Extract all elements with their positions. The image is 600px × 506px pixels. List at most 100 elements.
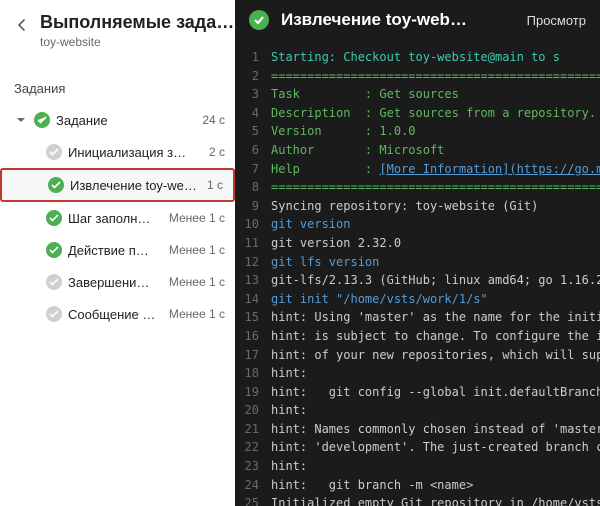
line-number: 21 bbox=[235, 420, 271, 439]
step-item[interactable]: Сообщение … Менее 1 с bbox=[0, 298, 235, 330]
line-text: hint: bbox=[271, 401, 600, 420]
line-text: git-lfs/2.13.3 (GitHub; linux amd64; go … bbox=[271, 271, 600, 290]
step-time: Менее 1 с bbox=[165, 211, 225, 225]
log-line: 4Description : Get sources from a reposi… bbox=[235, 104, 600, 123]
step-time: Менее 1 с bbox=[165, 307, 225, 321]
log-line: 6Author : Microsoft bbox=[235, 141, 600, 160]
step-time: 24 с bbox=[198, 113, 225, 127]
line-number: 20 bbox=[235, 401, 271, 420]
line-number: 2 bbox=[235, 67, 271, 86]
step-item[interactable]: Извлечение toy-we… 1 с bbox=[0, 168, 235, 202]
log-line: 24hint: git branch -m <name> bbox=[235, 476, 600, 495]
step-label: Инициализация з… bbox=[68, 145, 199, 160]
section-label: Задания bbox=[0, 57, 235, 104]
line-number: 18 bbox=[235, 364, 271, 383]
log-line: 15hint: Using 'master' as the name for t… bbox=[235, 308, 600, 327]
log-line: 21hint: Names commonly chosen instead of… bbox=[235, 420, 600, 439]
line-text: Initialized empty Git repository in /hom… bbox=[271, 494, 600, 506]
log-line: 8=======================================… bbox=[235, 178, 600, 197]
view-raw-button[interactable]: Просмотр bbox=[527, 13, 586, 28]
line-number: 11 bbox=[235, 234, 271, 253]
log-pane: Извлечение toy-web… Просмотр 1Starting: … bbox=[235, 0, 600, 506]
log-line: 17hint: of your new repositories, which … bbox=[235, 346, 600, 365]
line-text: hint: git branch -m <name> bbox=[271, 476, 600, 495]
line-number: 14 bbox=[235, 290, 271, 309]
log-line: 11git version 2.32.0 bbox=[235, 234, 600, 253]
log-line: 20hint: bbox=[235, 401, 600, 420]
step-group[interactable]: Задание 24 с bbox=[0, 104, 235, 136]
step-item[interactable]: Инициализация з…2 с bbox=[0, 136, 235, 168]
step-label: Извлечение toy-we… bbox=[70, 178, 197, 193]
log-line: 16hint: is subject to change. To configu… bbox=[235, 327, 600, 346]
log-line: 23hint: bbox=[235, 457, 600, 476]
line-text: git version 2.32.0 bbox=[271, 234, 600, 253]
status-badge-idle bbox=[46, 306, 62, 322]
step-label: Действие п… bbox=[68, 243, 159, 258]
log-line: 19hint: git config --global init.default… bbox=[235, 383, 600, 402]
line-number: 25 bbox=[235, 494, 271, 506]
line-number: 7 bbox=[235, 160, 271, 179]
line-number: 15 bbox=[235, 308, 271, 327]
line-number: 8 bbox=[235, 178, 271, 197]
log-line: 14git init "/home/vsts/work/1/s" bbox=[235, 290, 600, 309]
line-text: Task : Get sources bbox=[271, 85, 600, 104]
log-line: 5Version : 1.0.0 bbox=[235, 122, 600, 141]
line-text: Author : Microsoft bbox=[271, 141, 600, 160]
back-button[interactable] bbox=[14, 16, 30, 34]
step-item[interactable]: Действие п… Менее 1 с bbox=[0, 234, 235, 266]
log-line: 7Help : [More Information](https://go.mi… bbox=[235, 160, 600, 179]
line-text: hint: Names commonly chosen instead of '… bbox=[271, 420, 600, 439]
line-number: 9 bbox=[235, 197, 271, 216]
step-label: Задание bbox=[56, 113, 192, 128]
check-icon bbox=[253, 14, 265, 26]
line-text: git version bbox=[271, 215, 600, 234]
line-number: 12 bbox=[235, 253, 271, 272]
log-line: 1Starting: Checkout toy-website@main to … bbox=[235, 48, 600, 67]
page-subtitle: toy-website bbox=[40, 35, 234, 49]
status-badge-idle bbox=[46, 274, 62, 290]
log-header: Извлечение toy-web… Просмотр bbox=[235, 0, 600, 40]
line-text: hint: Using 'master' as the name for the… bbox=[271, 308, 600, 327]
step-time: Менее 1 с bbox=[165, 275, 225, 289]
line-number: 22 bbox=[235, 438, 271, 457]
step-time: Менее 1 с bbox=[165, 243, 225, 257]
log-title: Извлечение toy-web… bbox=[281, 10, 515, 30]
log-line: 10git version bbox=[235, 215, 600, 234]
page-title: Выполняемые зада… bbox=[40, 12, 234, 33]
line-text: hint: git config --global init.defaultBr… bbox=[271, 383, 600, 402]
line-text: hint: bbox=[271, 457, 600, 476]
line-text: git lfs version bbox=[271, 253, 600, 272]
line-text: ========================================… bbox=[271, 178, 600, 197]
log-output[interactable]: 1Starting: Checkout toy-website@main to … bbox=[235, 40, 600, 506]
status-badge-success bbox=[46, 242, 62, 258]
line-number: 23 bbox=[235, 457, 271, 476]
line-text: hint: 'development'. The just-created br… bbox=[271, 438, 600, 457]
line-number: 10 bbox=[235, 215, 271, 234]
sidebar-header: Выполняемые зада… toy-website bbox=[0, 0, 235, 57]
line-number: 5 bbox=[235, 122, 271, 141]
line-text: Version : 1.0.0 bbox=[271, 122, 600, 141]
step-item[interactable]: Шаг заполн…Менее 1 с bbox=[0, 202, 235, 234]
line-text: git init "/home/vsts/work/1/s" bbox=[271, 290, 600, 309]
log-line: 13git-lfs/2.13.3 (GitHub; linux amd64; g… bbox=[235, 271, 600, 290]
log-line: 12git lfs version bbox=[235, 253, 600, 272]
line-number: 6 bbox=[235, 141, 271, 160]
sidebar: Выполняемые зада… toy-website Задания За… bbox=[0, 0, 235, 506]
line-number: 17 bbox=[235, 346, 271, 365]
step-time: 1 с bbox=[203, 178, 223, 192]
step-item[interactable]: Завершени… Менее 1 с bbox=[0, 266, 235, 298]
line-text: Help : [More Information](https://go.mic… bbox=[271, 160, 600, 179]
log-line: 9Syncing repository: toy-website (Git) bbox=[235, 197, 600, 216]
line-text: Description : Get sources from a reposit… bbox=[271, 104, 600, 123]
chevron-down-icon bbox=[14, 113, 28, 127]
status-badge-success bbox=[249, 10, 269, 30]
status-badge-success bbox=[34, 112, 50, 128]
line-text: hint: of your new repositories, which wi… bbox=[271, 346, 600, 365]
line-text: Starting: Checkout toy-website@main to s bbox=[271, 48, 600, 67]
line-text: Syncing repository: toy-website (Git) bbox=[271, 197, 600, 216]
step-label: Сообщение … bbox=[68, 307, 159, 322]
status-badge-success bbox=[46, 210, 62, 226]
log-line: 2=======================================… bbox=[235, 67, 600, 86]
step-label: Завершени… bbox=[68, 275, 159, 290]
step-list: Задание 24 с Инициализация з…2 сИзвлечен… bbox=[0, 104, 235, 506]
